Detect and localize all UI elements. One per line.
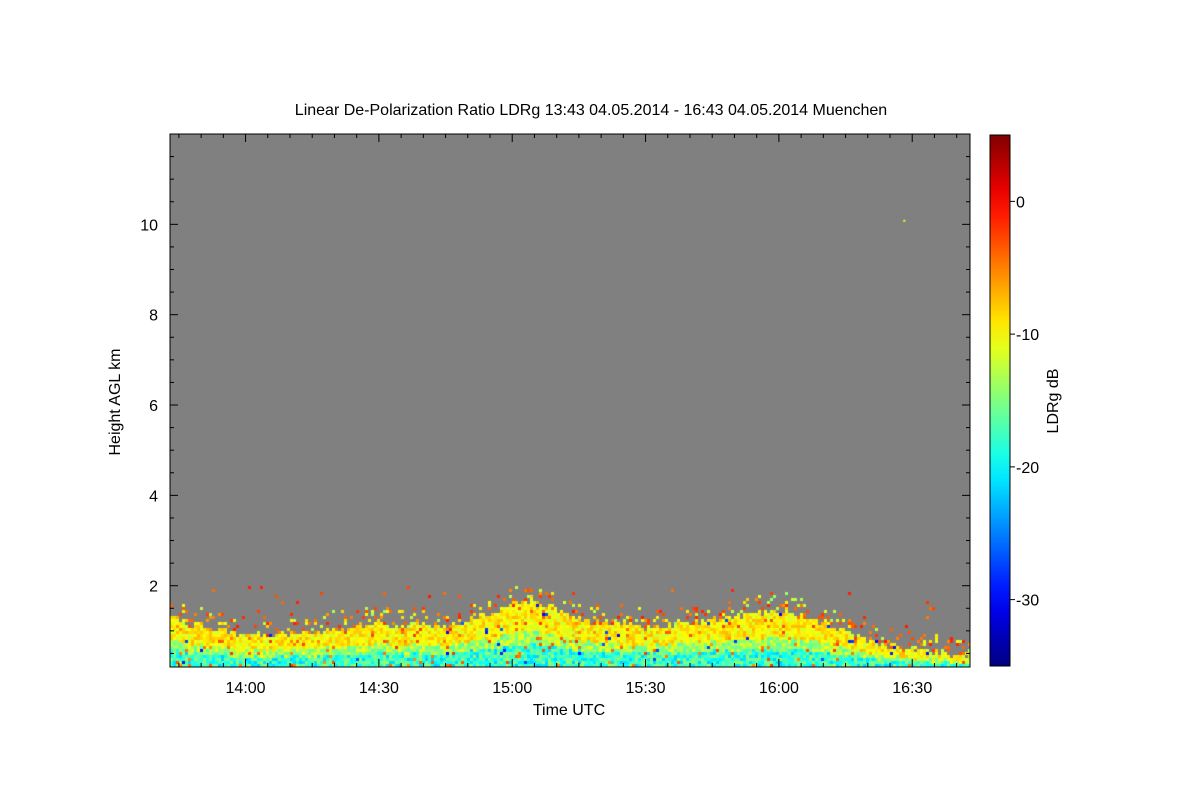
heatmap-canvas <box>170 134 970 667</box>
y-tick-label: 4 <box>149 488 158 505</box>
y-tick-label: 6 <box>149 398 158 415</box>
x-tick-label: 15:30 <box>626 680 666 697</box>
colorbar-tick-label: 0 <box>1016 194 1025 211</box>
colorbar-tick-label: -30 <box>1016 593 1039 610</box>
y-tick-label: 8 <box>149 308 158 325</box>
colorbar: 0 -10 -20 -30 <box>989 134 1039 667</box>
heatmap-cells <box>170 134 970 667</box>
ldr-heatmap-svg: Linear De-Polarization Ratio LDRg 13:43 … <box>107 102 1062 719</box>
y-axis-label: Height AGL km <box>107 348 124 455</box>
colorbar-tick-label: -10 <box>1016 327 1039 344</box>
ldr-chart: Linear De-Polarization Ratio LDRg 13:43 … <box>0 0 1200 800</box>
y-tick-label: 2 <box>149 579 158 596</box>
plot-area <box>169 133 971 668</box>
colorbar-label: LDRg dB <box>1045 369 1062 434</box>
x-tick-label: 14:00 <box>226 680 266 697</box>
x-tick-label: 16:30 <box>892 680 932 697</box>
y-tick-label: 10 <box>140 217 158 234</box>
x-tick-label: 16:00 <box>759 680 799 697</box>
chart-title: Linear De-Polarization Ratio LDRg 13:43 … <box>295 102 887 119</box>
colorbar-tick-label: -20 <box>1016 460 1039 477</box>
colorbar-gradient <box>989 134 1011 667</box>
x-tick-label: 15:00 <box>492 680 532 697</box>
x-axis-label: Time UTC <box>533 702 605 719</box>
x-tick-label: 14:30 <box>359 680 399 697</box>
